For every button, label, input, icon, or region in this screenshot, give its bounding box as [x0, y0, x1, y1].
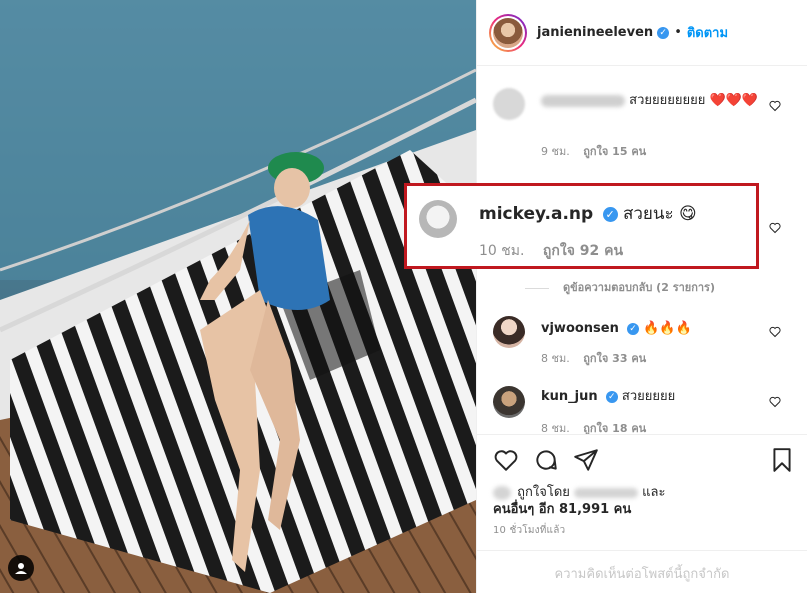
highlighted-comment-text: mickey.a.np ✓ สวยนะ 😋	[479, 204, 697, 224]
profile-icon[interactable]	[8, 555, 34, 581]
comment-meta: 8 ชม. ถูกใจ 18 คน	[541, 419, 656, 434]
comment-likes: ถูกใจ 33 คน	[583, 352, 647, 365]
bookmark-icon[interactable]	[769, 447, 795, 473]
liked-by-suffix: และ	[642, 485, 666, 500]
blurred-username[interactable]	[541, 94, 625, 107]
post-actions: ถูกใจโดย และ คนอื่นๆ อีก 81,991 คน 10 ชั…	[477, 434, 807, 594]
post-photo[interactable]	[0, 0, 476, 593]
action-icons	[493, 447, 795, 475]
comment-likes: ถูกใจ 18 คน	[583, 422, 647, 434]
verified-icon: ✓	[602, 206, 618, 222]
post-timestamp: 10 ชั่วโมงที่แล้ว	[493, 525, 566, 536]
post-header: janienineeleven ✓ • ติดตาม	[477, 0, 807, 66]
highlighted-username[interactable]: mickey.a.np	[479, 204, 593, 224]
comment-text: vjwoonsen ✓ 🔥🔥🔥	[541, 321, 692, 336]
commenter-avatar[interactable]	[493, 316, 525, 348]
highlighted-comment: mickey.a.np ✓ สวยนะ 😋 10 ชม. ถูกใจ 92 คน	[404, 183, 759, 269]
verified-icon: ✓	[605, 390, 618, 403]
comment-username[interactable]: vjwoonsen	[541, 321, 619, 336]
author-username[interactable]: janienineeleven	[537, 25, 653, 40]
post-image	[0, 0, 476, 593]
comment-meta: 9 ชม. ถูกใจ 15 คน	[541, 142, 656, 160]
highlighted-time: 10 ชม.	[479, 243, 525, 259]
verified-icon: ✓	[627, 322, 640, 335]
comment-username[interactable]: kun_jun	[541, 389, 598, 404]
comment-time: 8 ชม.	[541, 352, 570, 365]
small-heart-icon[interactable]	[769, 396, 781, 408]
restricted-notice: ความคิดเห็นต่อโพสต์นี้ถูกจำกัด	[477, 550, 807, 596]
comment-time: 9 ชม.	[541, 145, 570, 158]
post-side-panel: janienineeleven ✓ • ติดตาม สวยยยยยยยย ❤️…	[476, 0, 807, 593]
verified-icon: ✓	[657, 26, 670, 39]
comment-icon[interactable]	[533, 447, 559, 473]
comment-text: kun_jun ✓ สวยยยยย	[541, 389, 676, 404]
comment-meta: 8 ชม. ถูกใจ 33 คน	[541, 349, 656, 367]
commenter-avatar[interactable]	[493, 88, 525, 120]
heart-icon[interactable]	[493, 447, 519, 473]
small-heart-icon[interactable]	[769, 326, 781, 338]
likes-count[interactable]: คนอื่นๆ อีก 81,991 คน	[493, 498, 631, 519]
highlighted-comment-meta: 10 ชม. ถูกใจ 92 คน	[479, 240, 623, 262]
view-replies-link[interactable]: ดูข้อความตอบกลับ (2 รายการ)	[525, 278, 715, 296]
highlighted-commenter-avatar[interactable]	[419, 200, 457, 238]
blurred-liker[interactable]	[574, 487, 639, 498]
comment-likes: ถูกใจ 15 คน	[583, 145, 647, 158]
small-heart-icon[interactable]	[769, 222, 781, 234]
small-heart-icon[interactable]	[769, 100, 781, 112]
separator-dot: •	[674, 25, 682, 40]
follow-button[interactable]: ติดตาม	[687, 22, 728, 43]
comment-time: 8 ชม.	[541, 422, 570, 434]
highlighted-likes[interactable]: ถูกใจ 92 คน	[543, 243, 623, 259]
author-avatar[interactable]	[489, 13, 527, 52]
comment-text: สวยยยยยยยย ❤️❤️❤️	[541, 92, 767, 110]
share-icon[interactable]	[573, 447, 599, 473]
commenter-avatar[interactable]	[493, 386, 525, 418]
